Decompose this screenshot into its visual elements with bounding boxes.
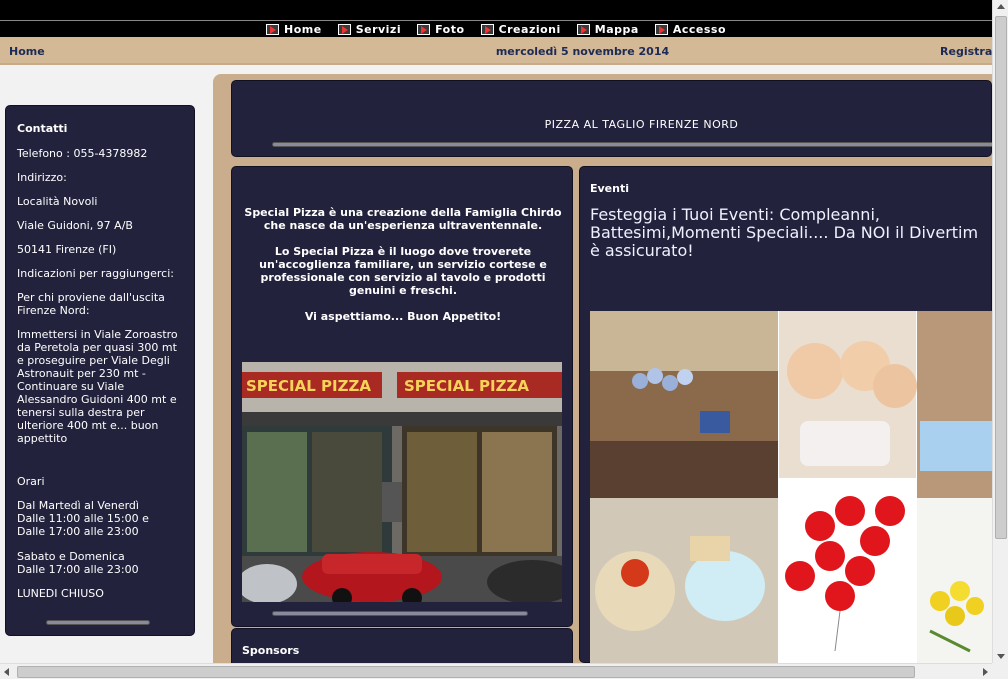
play-icon bbox=[576, 23, 590, 35]
horizontal-scrollbar[interactable] bbox=[0, 663, 992, 679]
contacts-sidebar: Contatti Telefono : 055-4378982 Indirizz… bbox=[5, 105, 195, 636]
sponsors-title: Sponsors bbox=[242, 644, 300, 657]
street: Viale Guidoni, 97 A/B bbox=[17, 219, 133, 232]
vertical-scrollbar[interactable] bbox=[992, 0, 1008, 663]
directions-text: Immettersi in Viale Zoroastro da Peretol… bbox=[17, 328, 178, 445]
info-bar: Home mercoledì 5 novembre 2014 Registraz… bbox=[0, 37, 1008, 65]
hours-title: Orari bbox=[17, 475, 45, 488]
scrollbar-corner bbox=[992, 663, 1008, 679]
directions-label: Indicazioni per raggiungerci: bbox=[17, 267, 174, 280]
closed-day: LUNEDI CHIUSO bbox=[17, 587, 104, 600]
play-icon bbox=[417, 23, 431, 35]
sidebar-scroll-bar[interactable] bbox=[46, 620, 150, 625]
nav-accesso[interactable]: Accesso bbox=[654, 22, 726, 36]
nav-label: Foto bbox=[435, 22, 465, 36]
scroll-left-icon[interactable] bbox=[4, 668, 9, 676]
play-icon bbox=[654, 23, 668, 35]
horizontal-scroll-thumb[interactable] bbox=[17, 666, 915, 678]
nav-mappa[interactable]: Mappa bbox=[576, 22, 639, 36]
hours-line: Dal Martedì al Venerdì Dalle 11:00 alle 1… bbox=[17, 499, 149, 538]
play-icon bbox=[337, 23, 351, 35]
restaurant-photo: SPECIAL PIZZA SPECIAL PIZZA bbox=[242, 362, 562, 602]
header-scroll-bar[interactable] bbox=[272, 142, 994, 147]
nav-label: Accesso bbox=[672, 22, 726, 36]
intro-paragraph: Special Pizza è una creazione della Fami… bbox=[244, 206, 562, 232]
play-icon bbox=[480, 23, 494, 35]
vertical-scroll-thumb[interactable] bbox=[995, 16, 1007, 539]
events-panel: Eventi Festeggia i Tuoi Eventi: Complean… bbox=[579, 166, 992, 663]
sign-text: SPECIAL PIZZA bbox=[404, 377, 529, 395]
hours-line: Sabato e Domenica Dalle 17:00 alle 23:00 bbox=[17, 550, 139, 576]
header-panel: PIZZA AL TAGLIO FIRENZE NORD bbox=[231, 80, 994, 157]
nav-servizi[interactable]: Servizi bbox=[337, 22, 402, 36]
phone: Telefono : 055-4378982 bbox=[17, 147, 148, 160]
events-title: Eventi bbox=[590, 182, 630, 195]
intro-text: Special Pizza è una creazione della Fami… bbox=[242, 206, 564, 336]
sponsors-panel: Sponsors bbox=[231, 628, 573, 668]
nav-label: Mappa bbox=[594, 22, 639, 36]
nav-label: Creazioni bbox=[498, 22, 561, 36]
intro-paragraph: Vi aspettiamo... Buon Appetito! bbox=[304, 310, 502, 323]
scroll-right-icon[interactable] bbox=[983, 668, 988, 676]
nav-label: Home bbox=[284, 22, 322, 36]
main-nav: Home Servizi Foto Creazioni Mappa Access… bbox=[0, 20, 992, 37]
city: 50141 Firenze (FI) bbox=[17, 243, 117, 256]
nav-foto[interactable]: Foto bbox=[417, 23, 464, 36]
sign-text: SPECIAL PIZZA bbox=[246, 377, 371, 395]
collage-image bbox=[590, 311, 992, 663]
nav-home[interactable]: Home bbox=[266, 23, 322, 36]
scroll-up-icon[interactable] bbox=[997, 4, 1005, 9]
nav-label: Servizi bbox=[355, 22, 402, 36]
storefront-image: SPECIAL PIZZA SPECIAL PIZZA bbox=[242, 362, 562, 602]
scroll-down-icon[interactable] bbox=[997, 654, 1005, 659]
play-icon bbox=[266, 23, 279, 35]
top-black-bar bbox=[0, 0, 992, 20]
locality: Località Novoli bbox=[17, 195, 98, 208]
intro-scroll-bar[interactable] bbox=[272, 611, 528, 616]
events-text: Festeggia i Tuoi Eventi: Compleanni, Bat… bbox=[590, 205, 979, 260]
directions-from: Per chi proviene dall'uscita Firenze Nor… bbox=[17, 291, 165, 317]
intro-paragraph: Lo Special Pizza è il luogo dove trovere… bbox=[259, 245, 547, 297]
nav-creazioni[interactable]: Creazioni bbox=[480, 22, 561, 36]
intro-panel: Special Pizza è una creazione della Fami… bbox=[231, 166, 573, 627]
current-date: mercoledì 5 novembre 2014 bbox=[495, 45, 670, 58]
address-label: Indirizzo: bbox=[17, 171, 67, 184]
site-title: PIZZA AL TAGLIO FIRENZE NORD bbox=[544, 118, 739, 131]
events-photo-collage bbox=[590, 311, 992, 663]
contacts-title: Contatti bbox=[17, 122, 68, 135]
